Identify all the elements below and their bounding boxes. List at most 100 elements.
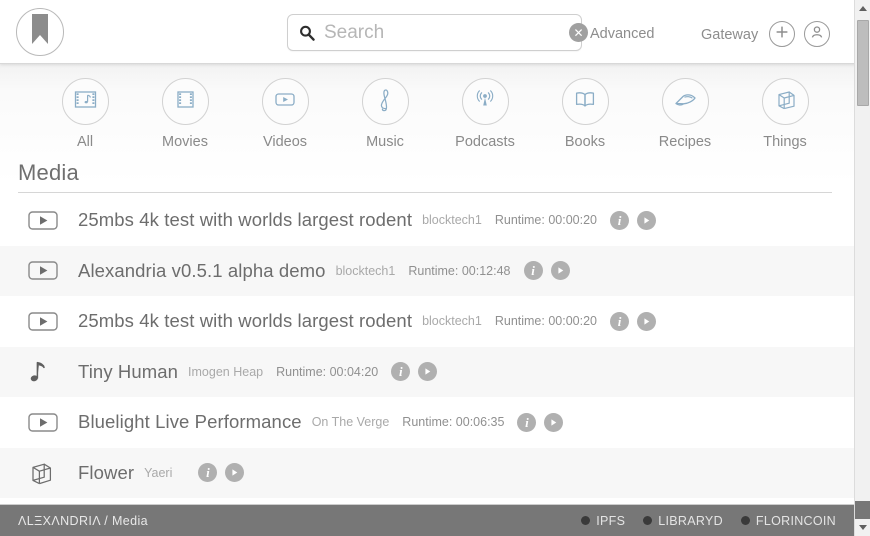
row-title: 25mbs 4k test with worlds largest rodent	[78, 209, 413, 231]
info-button[interactable]: i	[391, 362, 411, 382]
vertical-scrollbar[interactable]	[854, 0, 870, 536]
category-recipes-label: Recipes	[658, 134, 712, 150]
category-podcasts[interactable]: Podcasts	[449, 78, 521, 150]
top-header-bar: ✕ Advanced Gateway	[0, 0, 870, 64]
play-button[interactable]	[225, 463, 245, 483]
account-button[interactable]	[804, 21, 830, 47]
row-type-icon-thing	[28, 459, 64, 487]
row-actions: i	[198, 463, 245, 483]
status-indicators: IPFS LIBRARYD FLORINCOIN	[581, 514, 836, 528]
category-nav: All Movies Videos Music Podcasts Books R…	[0, 64, 870, 150]
clear-search-icon[interactable]: ✕	[569, 23, 588, 42]
search-input[interactable]	[324, 21, 569, 44]
category-all[interactable]: All	[49, 78, 121, 150]
category-books-circle	[561, 78, 609, 125]
category-things-label: Things	[763, 134, 807, 150]
add-button[interactable]	[769, 21, 795, 47]
category-all-circle	[61, 78, 109, 125]
section-divider	[18, 192, 832, 193]
category-things[interactable]: Things	[749, 78, 821, 150]
treble-clef-icon	[373, 86, 397, 117]
cake-slice-icon	[672, 86, 699, 118]
film-music-icon	[73, 87, 98, 117]
table-row[interactable]: Tiny Human Imogen Heap Runtime: 00:04:20…	[0, 346, 870, 397]
status-badge[interactable]: LIBRARYD	[643, 514, 723, 528]
table-row[interactable]: 25mbs 4k test with worlds largest rodent…	[0, 195, 870, 246]
table-row[interactable]: Flower Yaeri i	[0, 447, 870, 498]
open-book-icon	[572, 86, 598, 117]
advanced-search-link[interactable]: Advanced	[590, 26, 655, 42]
search-icon	[299, 25, 315, 41]
info-button[interactable]: i	[517, 412, 537, 432]
info-button[interactable]: i	[610, 311, 629, 331]
row-type-icon-video	[28, 260, 64, 281]
table-row[interactable]: 25mbs 4k test with worlds largest rodent…	[0, 296, 870, 347]
category-podcasts-circle	[461, 78, 509, 125]
search-area: ✕	[287, 14, 588, 51]
row-actions: i	[391, 362, 438, 382]
row-type-icon-video	[28, 210, 64, 231]
row-runtime: Runtime: 00:00:20	[494, 314, 597, 329]
status-badge[interactable]: IPFS	[581, 514, 625, 528]
status-dot-ipfs	[581, 516, 591, 525]
category-music-label: Music	[366, 134, 404, 150]
gateway-link[interactable]: Gateway	[701, 27, 758, 43]
row-type-icon-music	[28, 359, 64, 385]
row-runtime: Runtime: 00:06:35	[402, 415, 505, 430]
play-button[interactable]	[637, 311, 656, 331]
category-things-circle	[761, 78, 809, 125]
row-artist: On The Verge	[311, 415, 390, 430]
category-recipes-circle	[661, 78, 709, 125]
search-box[interactable]: ✕	[287, 14, 588, 51]
info-button[interactable]: i	[610, 210, 629, 230]
row-runtime: Runtime: 00:12:48	[408, 263, 511, 278]
row-actions: i	[523, 261, 570, 281]
row-title: Flower	[78, 461, 135, 483]
play-button[interactable]	[637, 210, 656, 230]
category-music[interactable]: Music	[349, 78, 421, 150]
row-artist: blocktech1	[335, 263, 396, 278]
section-title: Media	[18, 160, 79, 185]
footer-bar: ΛLΞXΛNDRIΛ / Media IPFS LIBRARYD FLORINC…	[0, 504, 870, 536]
row-artist: Imogen Heap	[188, 364, 264, 379]
category-movies[interactable]: Movies	[149, 78, 221, 150]
media-list: 25mbs 4k test with worlds largest rodent…	[0, 195, 870, 498]
status-label-florincoin: FLORINCOIN	[755, 513, 836, 528]
table-row[interactable]: Alexandria v0.5.1 alpha demo blocktech1 …	[0, 245, 870, 296]
video-play-icon	[272, 86, 298, 117]
row-title: Bluelight Live Performance	[78, 411, 302, 433]
row-runtime: Runtime: 00:00:20	[494, 213, 597, 228]
play-button[interactable]	[550, 261, 570, 281]
broadcast-antenna-icon	[472, 86, 498, 117]
film-strip-icon	[173, 87, 198, 117]
info-button[interactable]: i	[523, 261, 543, 281]
status-dot-libraryd	[643, 516, 653, 525]
category-movies-circle	[161, 78, 209, 125]
scroll-up-arrow-icon[interactable]	[855, 0, 870, 17]
status-dot-florincoin	[740, 516, 750, 525]
row-title: Alexandria v0.5.1 alpha demo	[78, 259, 326, 281]
bookmark-icon	[30, 14, 50, 49]
category-movies-label: Movies	[162, 134, 208, 150]
row-type-icon-video	[28, 412, 64, 433]
category-books[interactable]: Books	[549, 78, 621, 150]
category-videos[interactable]: Videos	[249, 78, 321, 150]
row-artist: blocktech1	[422, 213, 482, 228]
category-videos-label: Videos	[262, 134, 308, 150]
info-button[interactable]: i	[198, 463, 218, 483]
category-recipes[interactable]: Recipes	[649, 78, 721, 150]
table-row[interactable]: Bluelight Live Performance On The Verge …	[0, 397, 870, 448]
app-logo[interactable]	[16, 7, 64, 56]
play-button[interactable]	[544, 412, 564, 432]
category-books-label: Books	[564, 134, 606, 150]
main-content: All Movies Videos Music Podcasts Books R…	[0, 64, 870, 504]
category-podcasts-label: Podcasts	[455, 134, 515, 150]
row-artist: blocktech1	[422, 314, 482, 329]
row-title: 25mbs 4k test with worlds largest rodent	[78, 310, 413, 332]
scroll-thumb[interactable]	[857, 20, 869, 106]
cube-icon	[772, 86, 798, 117]
scroll-down-arrow-icon[interactable]	[855, 519, 870, 536]
category-all-label: All	[76, 134, 94, 150]
play-button[interactable]	[418, 362, 438, 382]
status-badge[interactable]: FLORINCOIN	[740, 513, 836, 528]
